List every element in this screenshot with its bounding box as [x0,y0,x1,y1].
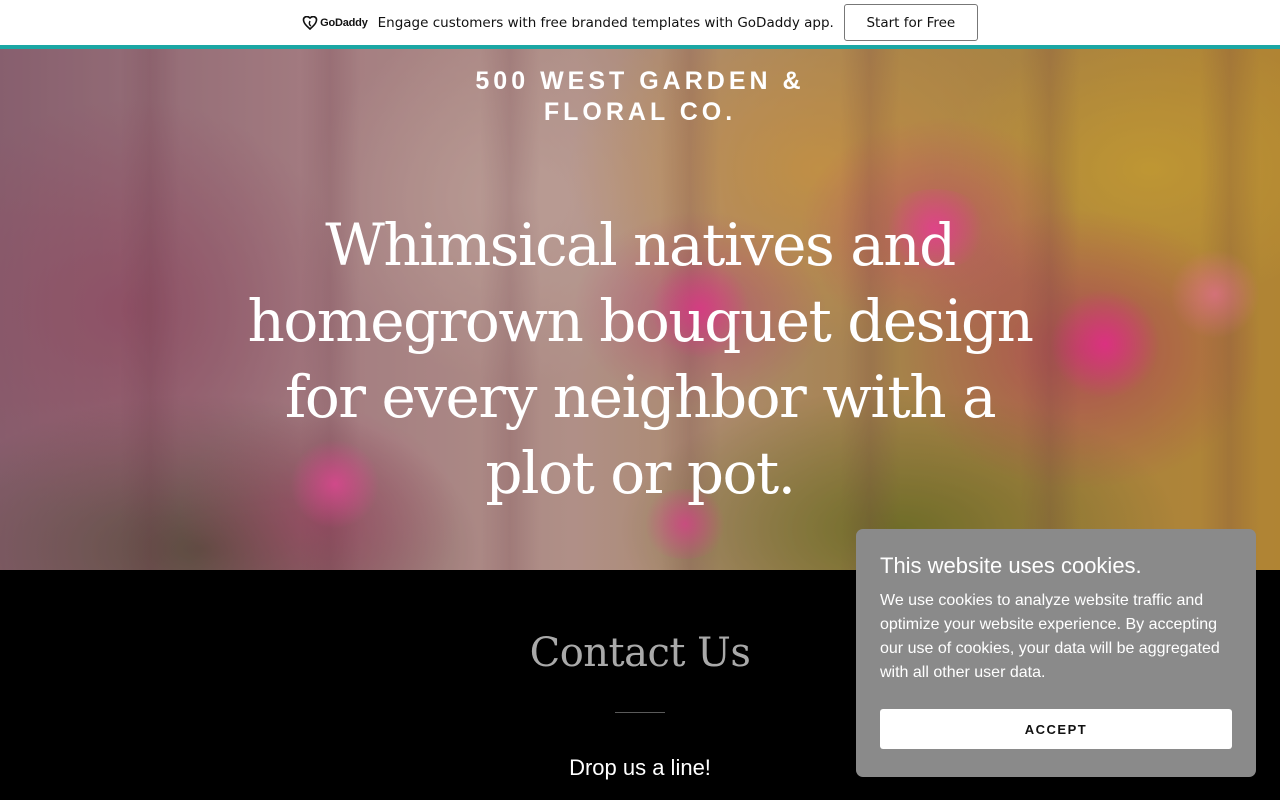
cookie-text: We use cookies to analyze website traffi… [880,592,1220,681]
section-divider [615,712,665,713]
hero-headline: Whimsical natives and homegrown bouquet … [240,207,1040,511]
site-title-line: FLORAL CO. [543,98,737,126]
godaddy-logo[interactable]: GoDaddy [302,15,368,30]
headline-line: for every neighbor with a [284,363,997,431]
start-for-free-button[interactable]: Start for Free [843,4,978,41]
site-title[interactable]: 500 WEST GARDEN & FLORAL CO. [0,66,1280,128]
headline-line: Whimsical natives and [325,211,956,279]
flower-blossom [1170,249,1260,339]
cookie-banner: This website uses cookies. We use cookie… [856,529,1256,777]
headline-line: homegrown bouquet design [247,287,1034,355]
logo-text: GoDaddy [320,16,368,29]
accept-cookies-button[interactable]: ACCEPT [880,709,1232,749]
promo-bar: GoDaddy Engage customers with free brand… [0,0,1280,45]
site-title-line: 500 WEST GARDEN & [475,67,805,95]
flower-blossom [1050,289,1160,399]
headline-line: plot or pot. [485,439,796,507]
godaddy-icon [302,15,318,30]
hero-section: 500 WEST GARDEN & FLORAL CO. Whimsical n… [0,49,1280,570]
cookie-title: This website uses cookies. [880,553,1142,578]
promo-message: Engage customers with free branded templ… [377,14,834,31]
